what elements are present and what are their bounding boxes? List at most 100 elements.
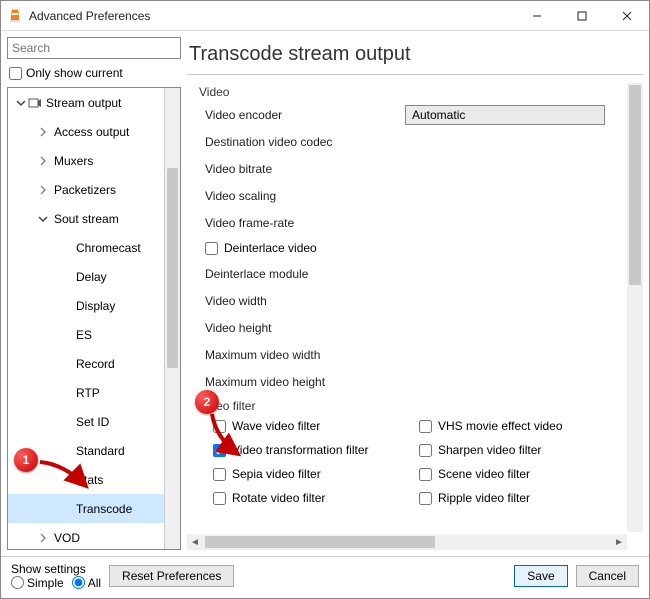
filter-label: VHS movie effect video — [438, 419, 563, 433]
tree-item-record[interactable]: Record — [8, 349, 180, 378]
show-settings-all[interactable]: All — [72, 576, 101, 590]
titlebar: Advanced Preferences — [1, 1, 649, 31]
tree-item-label: Muxers — [50, 154, 93, 168]
filter-wave-video-filter[interactable]: Wave video filter — [213, 415, 419, 437]
tree-item-set-id[interactable]: Set ID — [8, 407, 180, 436]
tree-item-label: Delay — [72, 270, 107, 284]
video-framerate-label: Video frame-rate — [205, 216, 405, 230]
tree-item-delay[interactable]: Delay — [8, 262, 180, 291]
dest-codec-label: Destination video codec — [205, 135, 405, 149]
tree-item-label: Packetizers — [50, 183, 116, 197]
app-icon — [7, 8, 23, 24]
group-filter-label: Video filter — [199, 399, 625, 413]
tree-item-label: RTP — [72, 386, 100, 400]
tree-item-muxers[interactable]: Muxers — [8, 146, 180, 175]
filter-label: Ripple video filter — [438, 491, 530, 505]
filter-label: Wave video filter — [232, 419, 320, 433]
filter-checkbox[interactable] — [419, 468, 432, 481]
tree-item-sout-stream[interactable]: Sout stream — [8, 204, 180, 233]
maximize-button[interactable] — [559, 1, 604, 31]
filter-video-transformation-filter[interactable]: Video transformation filter — [213, 439, 419, 461]
minimize-button[interactable] — [514, 1, 559, 31]
tree-item-label: Standard — [72, 444, 125, 458]
stream-output-icon — [28, 96, 42, 110]
tree-item-stream-output[interactable]: Stream output — [8, 88, 180, 117]
filter-label: Rotate video filter — [232, 491, 325, 505]
video-bitrate-label: Video bitrate — [205, 162, 405, 176]
filter-checkbox[interactable] — [213, 468, 226, 481]
filter-checkbox[interactable] — [213, 444, 226, 457]
tree-item-packetizers[interactable]: Packetizers — [8, 175, 180, 204]
max-width-label: Maximum video width — [205, 348, 405, 362]
filter-scene-video-filter[interactable]: Scene video filter — [419, 463, 625, 485]
scroll-right-icon[interactable]: ► — [611, 537, 627, 548]
tree-item-standard[interactable]: Standard — [8, 436, 180, 465]
show-settings-label: Show settings — [11, 562, 101, 576]
tree-item-label: Stream output — [42, 96, 121, 110]
only-show-current-checkbox[interactable]: Only show current — [7, 63, 181, 83]
tree-expander-icon[interactable] — [36, 127, 50, 137]
settings-scrollbar-vertical[interactable] — [627, 83, 643, 532]
cancel-button[interactable]: Cancel — [576, 565, 639, 587]
settings-scrollbar-horizontal[interactable]: ◄ ► — [187, 534, 627, 550]
tree-expander-icon[interactable] — [36, 214, 50, 224]
sidebar: Only show current Stream output Access ou… — [7, 37, 181, 550]
page-title: Transcode stream output — [187, 37, 643, 75]
tree-item-label: Sout stream — [50, 212, 119, 226]
tree-item-es[interactable]: ES — [8, 320, 180, 349]
only-show-current-label: Only show current — [26, 66, 123, 80]
tree-item-rtp[interactable]: RTP — [8, 378, 180, 407]
tree-item-label: Set ID — [72, 415, 109, 429]
tree-item-vod[interactable]: VOD — [8, 523, 180, 549]
deinterlace-checkbox[interactable]: Deinterlace video — [193, 236, 625, 260]
video-encoder-label: Video encoder — [205, 108, 405, 122]
search-input[interactable] — [7, 37, 181, 59]
tree-item-label: ES — [72, 328, 92, 342]
filter-checkbox[interactable] — [419, 444, 432, 457]
filter-vhs-movie-effect-video[interactable]: VHS movie effect video — [419, 415, 625, 437]
tree-scrollbar[interactable] — [164, 88, 180, 549]
filter-checkbox[interactable] — [419, 420, 432, 433]
deinterlace-label: Deinterlace video — [224, 241, 317, 255]
max-height-label: Maximum video height — [205, 375, 405, 389]
tree-item-label: VOD — [50, 531, 80, 545]
show-settings-simple[interactable]: Simple — [11, 576, 64, 590]
filter-rotate-video-filter[interactable]: Rotate video filter — [213, 487, 419, 509]
scroll-left-icon[interactable]: ◄ — [187, 537, 203, 548]
filter-label: Sharpen video filter — [438, 443, 541, 457]
settings-pane: Transcode stream output Video Video enco… — [187, 37, 643, 550]
close-button[interactable] — [604, 1, 649, 31]
filter-sharpen-video-filter[interactable]: Sharpen video filter — [419, 439, 625, 461]
group-video-label: Video — [199, 85, 625, 99]
filter-ripple-video-filter[interactable]: Ripple video filter — [419, 487, 625, 509]
tree-item-label: Display — [72, 299, 115, 313]
video-encoder-combo[interactable]: Automatic — [405, 105, 605, 125]
window-title: Advanced Preferences — [29, 9, 514, 23]
tree-expander-icon[interactable] — [36, 156, 50, 166]
tree-item-chromecast[interactable]: Chromecast — [8, 233, 180, 262]
filter-sepia-video-filter[interactable]: Sepia video filter — [213, 463, 419, 485]
filter-label: Sepia video filter — [232, 467, 321, 481]
filter-checkbox[interactable] — [419, 492, 432, 505]
tree-item-access-output[interactable]: Access output — [8, 117, 180, 146]
filter-checkbox[interactable] — [213, 492, 226, 505]
tree-item-stats[interactable]: Stats — [8, 465, 180, 494]
preferences-tree: Stream output Access output Muxers Packetiz… — [7, 87, 181, 550]
tree-expander-icon[interactable] — [36, 185, 50, 195]
video-width-label: Video width — [205, 294, 405, 308]
filter-checkbox[interactable] — [213, 420, 226, 433]
reset-preferences-button[interactable]: Reset Preferences — [109, 565, 234, 587]
tree-item-transcode[interactable]: Transcode — [8, 494, 180, 523]
only-show-current-box[interactable] — [9, 67, 22, 80]
deinterlace-box[interactable] — [205, 242, 218, 255]
filter-label: Scene video filter — [438, 467, 530, 481]
tree-item-label: Stats — [72, 473, 103, 487]
tree-item-display[interactable]: Display — [8, 291, 180, 320]
settings-body: Video Video encoder Automatic Destinatio… — [187, 83, 625, 532]
bottom-bar: Show settings Simple All Reset Preferenc… — [1, 556, 649, 594]
deint-module-label: Deinterlace module — [205, 267, 405, 281]
tree-expander-icon[interactable] — [14, 98, 28, 108]
tree-expander-icon[interactable] — [36, 533, 50, 543]
save-button[interactable]: Save — [514, 565, 567, 587]
row-video-encoder: Video encoder Automatic — [193, 101, 625, 128]
